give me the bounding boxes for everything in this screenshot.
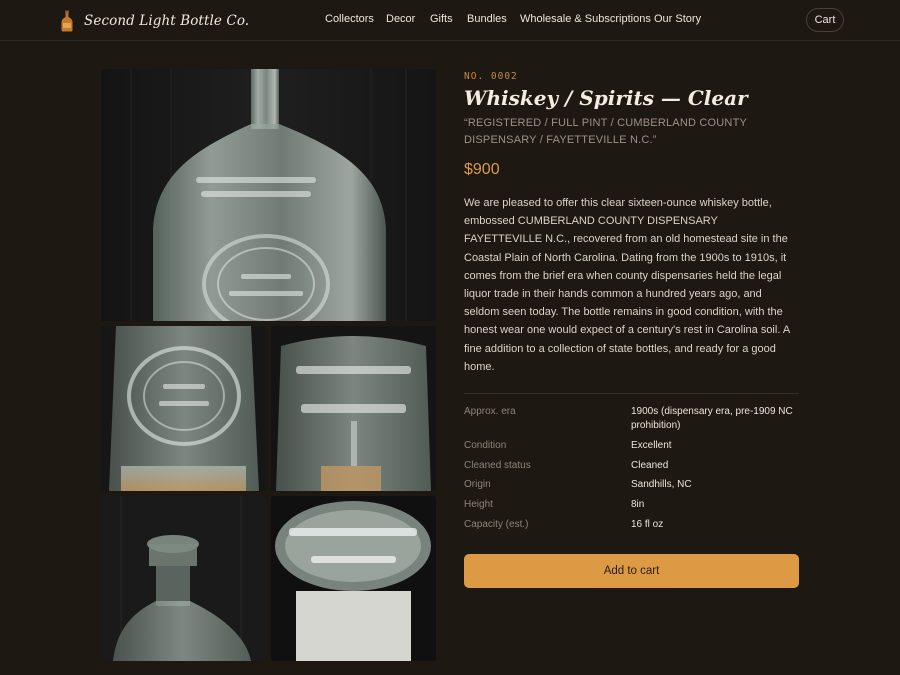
nav-collectors[interactable]: Collectors <box>325 13 374 25</box>
spec-value-condition: Excellent <box>631 440 672 451</box>
spec-value-origin: Sandhills, NC <box>631 479 692 490</box>
bottle-neck-image <box>101 496 266 661</box>
base-embossing-image <box>271 496 436 661</box>
bottle-front-image <box>101 69 436 321</box>
spec-value-era: 1900s (dispensary era, pre-1909 NC prohi… <box>631 406 793 431</box>
item-number: NO. 0002 <box>464 71 518 82</box>
nav-bundles[interactable]: Bundles <box>467 13 507 25</box>
site-header: Second Light Bottle Co. Collectors Decor… <box>0 0 900 41</box>
dispensary-seal-image <box>101 326 266 491</box>
spec-label-origin: Origin <box>464 479 491 490</box>
nav-gifts[interactable]: Gifts <box>430 13 453 25</box>
spec-value-height: 8in <box>631 499 645 510</box>
nav-wholesale-subscriptions[interactable]: Wholesale & Subscriptions <box>520 13 651 25</box>
product-price: $900 <box>464 161 500 178</box>
spec-label-capacity: Capacity (est.) <box>464 519 529 530</box>
cart-button[interactable]: Cart <box>806 8 844 32</box>
thumb-neck-photo[interactable] <box>101 496 266 661</box>
spec-value-cleaned: Cleaned <box>631 460 669 471</box>
nav-decor[interactable]: Decor <box>386 13 415 25</box>
full-pint-embossing-image <box>271 326 436 491</box>
brand-link[interactable]: Second Light Bottle Co. <box>60 10 249 32</box>
spec-label-condition: Condition <box>464 440 507 451</box>
product-description: We are pleased to offer this clear sixte… <box>464 197 790 373</box>
add-to-cart-button[interactable]: Add to cart <box>464 554 799 588</box>
amber-bottle-icon <box>61 10 73 32</box>
spec-label-height: Height <box>464 499 493 510</box>
specs-divider <box>464 393 799 394</box>
nav-our-story[interactable]: Our Story <box>654 13 701 25</box>
thumb-full-pint-photo[interactable] <box>271 326 436 491</box>
thumb-base-photo[interactable] <box>271 496 436 661</box>
spec-label-cleaned: Cleaned status <box>464 460 531 471</box>
spec-label-era: Approx. era <box>464 406 516 417</box>
embossing-text: “REGISTERED / FULL PINT / CUMBERLAND COU… <box>464 117 747 146</box>
thumb-seal-photo[interactable] <box>101 326 266 491</box>
spec-value-capacity: 16 fl oz <box>631 519 664 530</box>
brand-name: Second Light Bottle Co. <box>84 13 250 29</box>
product-title: Whiskey / Spirits — Clear <box>464 86 748 110</box>
main-product-photo[interactable] <box>101 69 436 321</box>
